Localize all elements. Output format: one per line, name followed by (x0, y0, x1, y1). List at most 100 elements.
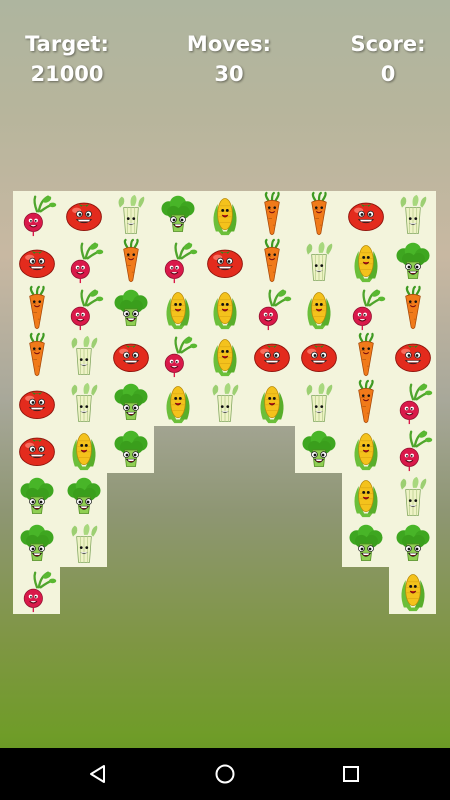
broccoli-tile[interactable] (342, 520, 389, 567)
broccoli-tile[interactable] (107, 379, 154, 426)
corn-tile[interactable] (295, 285, 342, 332)
carrot-icon (122, 238, 139, 282)
celery-tile[interactable] (60, 332, 107, 379)
tomato-tile[interactable] (13, 238, 60, 285)
radish-tile[interactable] (13, 567, 60, 614)
broccoli-tile[interactable] (13, 473, 60, 520)
radish-icon (70, 289, 103, 330)
corn-tile[interactable] (60, 426, 107, 473)
corn-tile[interactable] (201, 332, 248, 379)
broccoli-icon (114, 430, 147, 467)
radish-tile[interactable] (389, 426, 436, 473)
celery-tile[interactable] (60, 379, 107, 426)
corn-tile[interactable] (342, 426, 389, 473)
tomato-tile[interactable] (342, 191, 389, 238)
tomato-tile[interactable] (389, 332, 436, 379)
carrot-tile[interactable] (389, 285, 436, 332)
celery-tile[interactable] (201, 379, 248, 426)
celery-tile[interactable] (389, 473, 436, 520)
radish-tile[interactable] (154, 332, 201, 379)
broccoli-tile[interactable] (389, 238, 436, 285)
radish-icon (23, 195, 56, 236)
broccoli-tile[interactable] (60, 473, 107, 520)
corn-tile[interactable] (342, 238, 389, 285)
carrot-icon (357, 332, 374, 376)
radish-tile[interactable] (60, 238, 107, 285)
radish-icon (352, 289, 385, 330)
tomato-tile[interactable] (107, 332, 154, 379)
hud: Target: 21000 Moves: 30 Score: 0 (0, 30, 450, 90)
broccoli-tile[interactable] (13, 520, 60, 567)
celery-icon (306, 241, 332, 281)
broccoli-tile[interactable] (107, 426, 154, 473)
celery-tile[interactable] (389, 191, 436, 238)
carrot-tile[interactable] (107, 238, 154, 285)
broccoli-icon (20, 524, 53, 561)
tomato-tile[interactable] (13, 379, 60, 426)
tomato-icon (347, 202, 384, 231)
recents-button[interactable] (335, 758, 367, 790)
broccoli-tile[interactable] (295, 426, 342, 473)
tomato-icon (18, 437, 55, 466)
radish-icon (164, 242, 197, 283)
celery-icon (71, 523, 97, 563)
carrot-icon (263, 238, 280, 282)
back-button[interactable] (82, 758, 114, 790)
corn-tile[interactable] (154, 285, 201, 332)
broccoli-tile[interactable] (154, 191, 201, 238)
score-value: 0 (380, 62, 396, 86)
carrot-tile[interactable] (342, 379, 389, 426)
carrot-tile[interactable] (13, 285, 60, 332)
tomato-tile[interactable] (201, 238, 248, 285)
back-triangle-icon (90, 765, 105, 783)
tomato-icon (65, 202, 102, 231)
broccoli-tile[interactable] (107, 285, 154, 332)
carrot-tile[interactable] (248, 191, 295, 238)
celery-icon (71, 335, 97, 375)
moves-value: 30 (214, 62, 244, 86)
tomato-tile[interactable] (248, 332, 295, 379)
target-label: Target: (25, 32, 109, 56)
radish-tile[interactable] (60, 285, 107, 332)
celery-icon (400, 476, 426, 516)
celery-tile[interactable] (295, 238, 342, 285)
celery-tile[interactable] (107, 191, 154, 238)
carrot-tile[interactable] (248, 238, 295, 285)
radish-tile[interactable] (154, 238, 201, 285)
corn-tile[interactable] (201, 285, 248, 332)
carrot-tile[interactable] (342, 332, 389, 379)
broccoli-icon (114, 289, 147, 326)
celery-tile[interactable] (295, 379, 342, 426)
radish-tile[interactable] (248, 285, 295, 332)
recents-square-icon (343, 766, 359, 782)
broccoli-icon (396, 524, 429, 561)
carrot-tile[interactable] (295, 191, 342, 238)
radish-icon (164, 336, 197, 377)
tomato-icon (300, 343, 337, 372)
tomato-tile[interactable] (13, 426, 60, 473)
carrot-tile[interactable] (13, 332, 60, 379)
corn-tile[interactable] (248, 379, 295, 426)
tomato-tile[interactable] (295, 332, 342, 379)
corn-tile[interactable] (201, 191, 248, 238)
celery-icon (400, 194, 426, 234)
corn-tile[interactable] (342, 473, 389, 520)
radish-tile[interactable] (13, 191, 60, 238)
broccoli-icon (20, 477, 53, 514)
corn-icon (71, 432, 96, 470)
tomato-icon (18, 390, 55, 419)
corn-tile[interactable] (389, 567, 436, 614)
celery-tile[interactable] (60, 520, 107, 567)
radish-tile[interactable] (342, 285, 389, 332)
radish-icon (23, 571, 56, 612)
broccoli-tile[interactable] (389, 520, 436, 567)
tomato-icon (112, 343, 149, 372)
radish-tile[interactable] (389, 379, 436, 426)
radish-icon (399, 383, 432, 424)
corn-icon (306, 291, 331, 329)
home-button[interactable] (209, 758, 241, 790)
corn-tile[interactable] (154, 379, 201, 426)
tomato-tile[interactable] (60, 191, 107, 238)
corn-icon (212, 291, 237, 329)
broccoli-icon (349, 524, 382, 561)
